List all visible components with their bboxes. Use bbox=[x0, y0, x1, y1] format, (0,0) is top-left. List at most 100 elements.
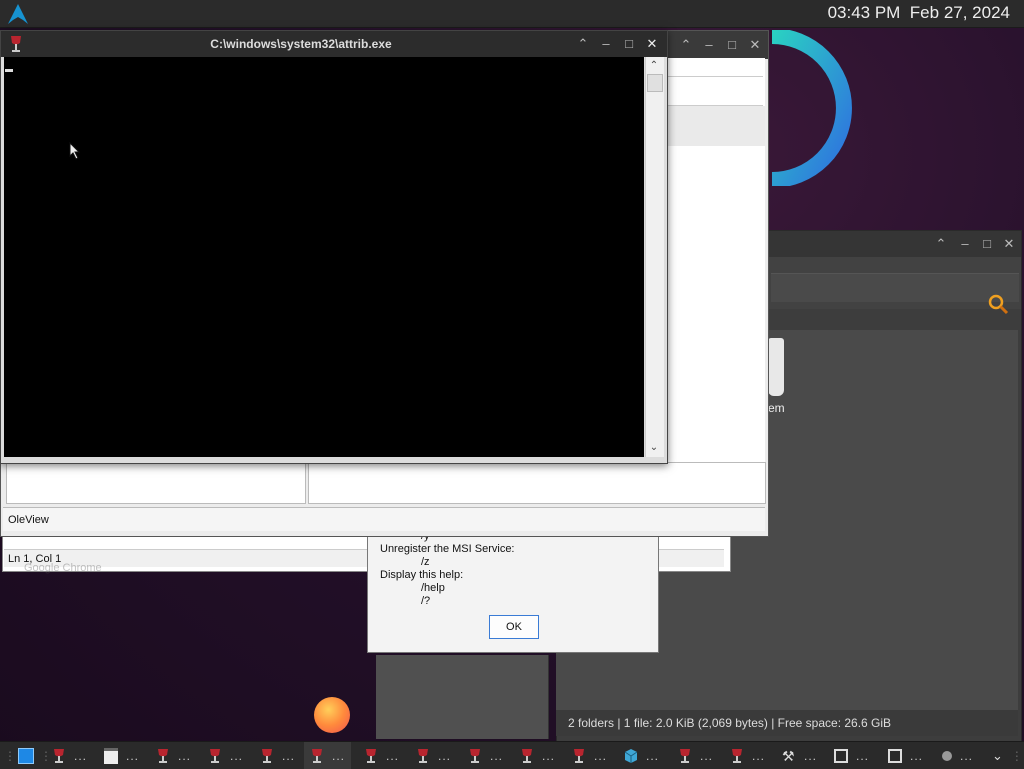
taskbar-wine-button[interactable]: ... bbox=[364, 742, 399, 769]
mouse-pointer-icon bbox=[69, 142, 81, 160]
search-icon[interactable] bbox=[987, 293, 1009, 315]
taskbar-wine-button[interactable]: ... bbox=[730, 742, 765, 769]
window-icon bbox=[888, 748, 902, 763]
taskbar-overflow-button[interactable]: ⌄ ⋮ bbox=[992, 742, 1023, 769]
taskbar-handle-icon[interactable]: ⋮ bbox=[4, 742, 16, 769]
taskbar-more-label: ... bbox=[752, 748, 766, 763]
wine-icon bbox=[312, 748, 322, 763]
wine-icon bbox=[158, 748, 168, 763]
taskbar-wine-button[interactable]: ... bbox=[678, 742, 713, 769]
window-icon bbox=[834, 748, 848, 763]
oleview-tree-pane[interactable] bbox=[6, 462, 306, 504]
file-manager-sidebar bbox=[376, 655, 549, 739]
taskbar-wine-button[interactable]: ... bbox=[208, 742, 243, 769]
taskbar-more-label: ... bbox=[646, 748, 660, 763]
taskbar-circle-button[interactable]: ... bbox=[942, 742, 973, 769]
taskbar-more-label: ... bbox=[438, 748, 452, 763]
taskbar-more-label: ... bbox=[126, 748, 140, 763]
clock-time: 03:43 PM bbox=[827, 3, 901, 22]
taskbar-more-label: ... bbox=[594, 748, 608, 763]
arch-logo-icon[interactable] bbox=[6, 3, 30, 25]
taskbar-more-label: ... bbox=[960, 748, 974, 763]
window-minimize-icon[interactable]: – bbox=[700, 36, 718, 54]
msi-help-line: /help bbox=[421, 582, 445, 594]
taskbar-notepad-button[interactable]: ... bbox=[104, 742, 139, 769]
top-panel: 03:43 PM Feb 27, 2024 bbox=[0, 0, 1024, 28]
oleview-list-pane[interactable] bbox=[308, 462, 766, 504]
scroll-up-icon[interactable]: ⌃ bbox=[647, 59, 661, 73]
window-maximize-icon[interactable]: □ bbox=[723, 36, 741, 54]
console-screen[interactable] bbox=[4, 57, 644, 457]
window-collapse-icon[interactable]: ⌃ bbox=[932, 235, 950, 253]
taskbar-more-label: ... bbox=[386, 748, 400, 763]
taskbar-window-button[interactable]: ... bbox=[834, 742, 869, 769]
oleview-selected-row[interactable] bbox=[667, 106, 765, 146]
taskbar-more-label: ... bbox=[74, 748, 88, 763]
taskbar-wine-button[interactable]: ... bbox=[520, 742, 555, 769]
wine-icon bbox=[732, 748, 742, 763]
oleview-status-bar: OleView bbox=[3, 507, 765, 531]
oleview-column-header[interactable] bbox=[667, 76, 763, 106]
scroll-down-icon[interactable]: ⌄ bbox=[647, 441, 661, 455]
file-manager-search-field[interactable] bbox=[771, 273, 1019, 302]
window-close-icon[interactable]: ✕ bbox=[746, 36, 764, 54]
ok-button[interactable]: OK bbox=[489, 615, 539, 639]
window-collapse-icon[interactable]: ⌃ bbox=[574, 35, 592, 53]
clock[interactable]: 03:43 PM Feb 27, 2024 bbox=[828, 2, 1010, 24]
msi-help-line: /z bbox=[421, 556, 430, 568]
window-maximize-icon[interactable]: □ bbox=[620, 35, 638, 53]
console-text-cursor bbox=[5, 69, 13, 72]
taskbar-wine-button[interactable]: ... bbox=[572, 742, 607, 769]
taskbar-more-label: ... bbox=[542, 748, 556, 763]
console-scrollbar-thumb[interactable] bbox=[647, 74, 663, 92]
wine-icon bbox=[366, 748, 376, 763]
wine-icon bbox=[522, 748, 532, 763]
taskbar-wine-button[interactable]: ... bbox=[468, 742, 503, 769]
taskbar-wine-button[interactable]: ... bbox=[416, 742, 451, 769]
desktop-icon-label: Google Chrome bbox=[24, 562, 102, 574]
wine-icon bbox=[262, 748, 272, 763]
window-maximize-icon[interactable]: □ bbox=[978, 235, 996, 253]
wine-icon bbox=[574, 748, 584, 763]
tools-icon: ⚒ bbox=[782, 747, 795, 764]
taskbar-wine-button[interactable]: ... bbox=[156, 742, 191, 769]
wine-icon bbox=[470, 748, 480, 763]
taskbar-more-label: ... bbox=[910, 748, 924, 763]
taskbar-window-button[interactable]: ... bbox=[888, 742, 923, 769]
msi-help-line: /? bbox=[421, 595, 431, 607]
window-close-icon[interactable]: ✕ bbox=[643, 35, 661, 53]
notepad-icon bbox=[104, 747, 118, 764]
taskbar-more-label: ... bbox=[804, 748, 818, 763]
console-titlebar[interactable]: C:\windows\system32\attrib.exe ⌃ – □ ✕ bbox=[1, 31, 667, 57]
chevron-down-icon: ⌄ bbox=[992, 747, 1003, 763]
console-scrollbar[interactable] bbox=[645, 57, 664, 457]
window-collapse-icon[interactable]: ⌃ bbox=[677, 36, 695, 54]
taskbar-more-label: ... bbox=[178, 748, 192, 763]
window-minimize-icon[interactable]: – bbox=[597, 35, 615, 53]
window-close-icon[interactable]: ✕ bbox=[1000, 235, 1018, 253]
window-minimize-icon[interactable]: – bbox=[956, 235, 974, 253]
taskbar-app-button[interactable]: ⋮ bbox=[18, 742, 52, 769]
taskbar-more-label: ... bbox=[856, 748, 870, 763]
file-label[interactable]: em bbox=[768, 401, 785, 415]
msi-help-line: Display this help: bbox=[380, 569, 464, 581]
taskbar-more-label: ... bbox=[332, 748, 346, 763]
wine-glass-icon[interactable] bbox=[9, 35, 23, 53]
app-icon bbox=[18, 747, 34, 764]
file-icon[interactable] bbox=[768, 338, 784, 396]
wine-icon bbox=[54, 748, 64, 763]
circle-icon bbox=[942, 750, 952, 761]
taskbar-more-label: ... bbox=[700, 748, 714, 763]
wine-icon bbox=[418, 748, 428, 763]
file-manager-status-bar: 2 folders | 1 file: 2.0 KiB (2,069 bytes… bbox=[556, 710, 1018, 736]
taskbar-wine-button[interactable]: ... bbox=[52, 742, 87, 769]
taskbar-more-label: ... bbox=[230, 748, 244, 763]
taskbar-wine-button[interactable]: ... bbox=[260, 742, 295, 769]
clock-date: Feb 27, 2024 bbox=[909, 3, 1010, 22]
cube-icon bbox=[624, 748, 638, 763]
taskbar-cube-button[interactable]: ... bbox=[624, 742, 659, 769]
taskbar-tools-button[interactable]: ⚒... bbox=[782, 742, 817, 769]
taskbar-wine-button-active[interactable]: ... bbox=[304, 742, 352, 769]
console-title: C:\windows\system32\attrib.exe bbox=[210, 37, 392, 51]
taskbar-more-label: ... bbox=[490, 748, 504, 763]
